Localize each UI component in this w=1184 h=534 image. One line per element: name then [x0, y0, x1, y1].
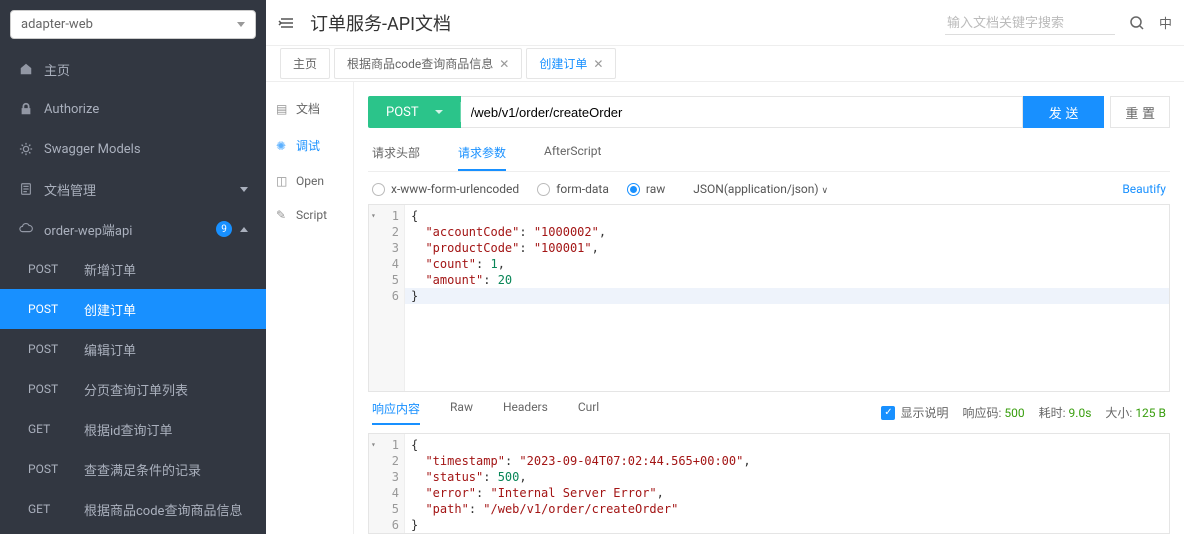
- sidebar-item-authorize[interactable]: Authorize: [0, 89, 266, 129]
- request-subtab[interactable]: AfterScript: [544, 144, 601, 171]
- api-label: 编辑订单: [84, 340, 136, 359]
- close-icon[interactable]: ✕: [499, 57, 509, 71]
- response-code: 500: [1004, 406, 1024, 420]
- response-tab[interactable]: 响应内容: [372, 400, 420, 425]
- api-label: 分页查询订单列表: [84, 380, 188, 399]
- sidebar-item-label: 主页: [44, 60, 70, 79]
- sidebar-item-docmgmt[interactable]: 文档管理: [0, 169, 266, 209]
- api-method: POST: [28, 302, 70, 316]
- search-icon[interactable]: [1129, 15, 1145, 31]
- header: 订单服务-API文档 中: [266, 0, 1184, 46]
- method-select[interactable]: POST: [368, 96, 461, 128]
- request-body-editor[interactable]: 123456 { "accountCode": "1000002", "prod…: [368, 204, 1170, 392]
- api-item[interactable]: POST 查查满足条件的记录: [0, 449, 266, 489]
- url-input[interactable]: [461, 96, 1023, 128]
- api-item[interactable]: POST 新增订单: [0, 249, 266, 289]
- doc-tab[interactable]: 主页: [280, 48, 330, 79]
- api-item[interactable]: POST 分页查询订单列表: [0, 369, 266, 409]
- open-icon: ◫: [276, 174, 290, 188]
- chevron-down-icon: [435, 110, 443, 114]
- api-label: 根据商品code查询商品信息: [84, 500, 242, 519]
- response-tab[interactable]: Raw: [450, 400, 473, 425]
- main: 订单服务-API文档 中 主页根据商品code查询商品信息✕创建订单✕ ▤文档✺…: [266, 0, 1184, 534]
- sidebar-item-home[interactable]: 主页: [0, 49, 266, 89]
- side-tab-script[interactable]: ✎Script: [266, 198, 353, 232]
- api-method: POST: [28, 342, 70, 356]
- api-method: POST: [28, 382, 70, 396]
- chevron-up-icon: [240, 227, 248, 232]
- api-method: POST: [28, 262, 70, 276]
- side-tabs: ▤文档✺调试◫Open✎Script: [266, 82, 354, 534]
- doc-icon: [18, 181, 34, 197]
- api-method: GET: [28, 422, 70, 436]
- project-select[interactable]: adapter-web: [10, 10, 256, 39]
- side-tab-open[interactable]: ◫Open: [266, 164, 353, 198]
- side-tab-doc[interactable]: ▤文档: [266, 90, 353, 127]
- radio-formdata[interactable]: form-data: [537, 182, 609, 196]
- script-icon: ✎: [276, 208, 290, 222]
- api-label: 根据id查询订单: [84, 420, 173, 439]
- api-label: 查查满足条件的记录: [84, 460, 201, 479]
- project-name: adapter-web: [21, 17, 93, 32]
- bug-icon: ✺: [276, 139, 290, 153]
- tabs: 主页根据商品code查询商品信息✕创建订单✕: [266, 46, 1184, 82]
- send-button[interactable]: 发 送: [1023, 96, 1105, 128]
- request-subtab[interactable]: 请求参数: [458, 144, 506, 171]
- side-tab-bug[interactable]: ✺调试: [266, 127, 353, 164]
- api-item[interactable]: GET 根据商品code查询商品信息: [0, 489, 266, 529]
- api-item[interactable]: POST 创建订单: [0, 289, 266, 329]
- sidebar-item-label: order-wep端api: [44, 220, 132, 239]
- sidebar-item-label: Authorize: [44, 102, 99, 117]
- show-desc-checkbox[interactable]: ✓: [881, 406, 895, 420]
- api-method: POST: [28, 462, 70, 476]
- sidebar-item-label: 文档管理: [44, 180, 96, 199]
- sidebar-item-swagger[interactable]: Swagger Models: [0, 129, 266, 169]
- response-tab[interactable]: Curl: [578, 400, 599, 425]
- radio-urlencoded[interactable]: x-www-form-urlencoded: [372, 182, 519, 196]
- radio-raw[interactable]: raw: [627, 182, 665, 196]
- count-badge: 9: [216, 221, 232, 237]
- search-input[interactable]: [945, 11, 1115, 35]
- sidebar: adapter-web 主页 Authorize Swagger Models …: [0, 0, 266, 534]
- sidebar-item-orderapi[interactable]: order-wep端api 9: [0, 209, 266, 249]
- page-title: 订单服务-API文档: [310, 10, 451, 36]
- api-item[interactable]: POST 编辑订单: [0, 329, 266, 369]
- reset-button[interactable]: 重 置: [1110, 96, 1170, 128]
- beautify-button[interactable]: Beautify: [1122, 182, 1166, 196]
- menu-toggle-icon[interactable]: [278, 14, 296, 32]
- lock-icon: [18, 101, 34, 117]
- chevron-down-icon: [240, 187, 248, 192]
- doc-tab[interactable]: 根据商品code查询商品信息✕: [334, 48, 522, 79]
- debug-panel: POST 发 送 重 置 请求头部 请求参数 AfterScript x-www-f…: [354, 82, 1184, 534]
- home-icon: [18, 61, 34, 77]
- response-size: 125 B: [1135, 406, 1166, 420]
- language-toggle[interactable]: 中: [1159, 13, 1172, 32]
- api-method: GET: [28, 502, 70, 516]
- response-time: 9.0s: [1069, 406, 1092, 420]
- cloud-icon: [18, 221, 34, 237]
- content-type-select[interactable]: JSON(application/json) ∨: [693, 182, 828, 196]
- sidebar-item-label: Swagger Models: [44, 142, 141, 157]
- api-label: 创建订单: [84, 300, 136, 319]
- api-label: 新增订单: [84, 260, 136, 279]
- doc-icon: ▤: [276, 102, 290, 116]
- request-subtab[interactable]: 请求头部: [372, 144, 420, 171]
- close-icon[interactable]: ✕: [593, 57, 603, 71]
- response-body-viewer[interactable]: 123456 { "timestamp": "2023-09-04T07:02:…: [368, 433, 1170, 534]
- response-tab[interactable]: Headers: [503, 400, 548, 425]
- doc-tab[interactable]: 创建订单✕: [526, 48, 616, 79]
- gear-icon: [18, 141, 34, 157]
- chevron-down-icon: [237, 22, 245, 27]
- api-item[interactable]: GET 根据id查询订单: [0, 409, 266, 449]
